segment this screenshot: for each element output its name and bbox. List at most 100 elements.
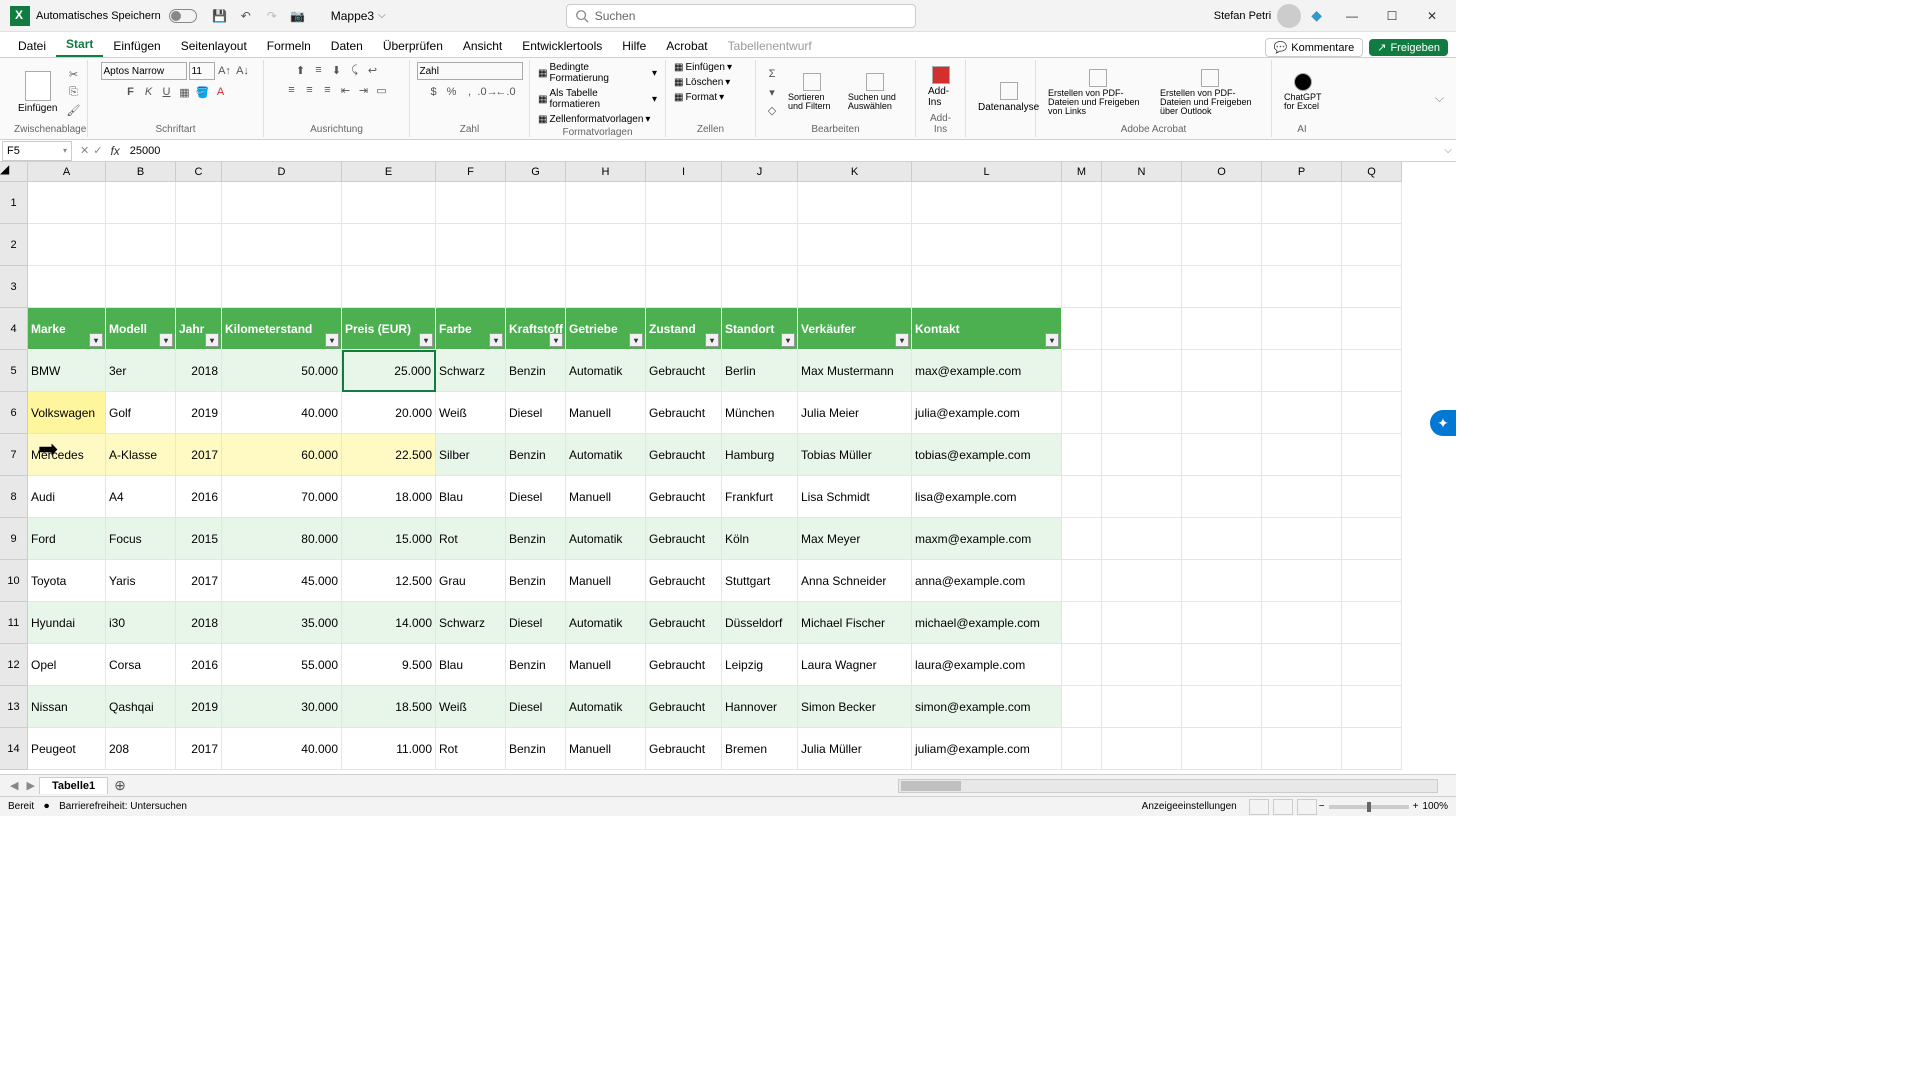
- filter-dropdown-icon[interactable]: ▾: [629, 333, 643, 347]
- cell[interactable]: [1182, 728, 1262, 770]
- table-cell[interactable]: Blau: [436, 476, 506, 518]
- cell[interactable]: [1182, 560, 1262, 602]
- table-cell[interactable]: A4: [106, 476, 176, 518]
- table-cell[interactable]: Schwarz: [436, 602, 506, 644]
- cell[interactable]: [798, 266, 912, 308]
- table-cell[interactable]: Yaris: [106, 560, 176, 602]
- cell[interactable]: [722, 182, 798, 224]
- column-header[interactable]: B: [106, 162, 176, 182]
- table-header-cell[interactable]: Preis (EUR)▾: [342, 308, 436, 350]
- table-cell[interactable]: Diesel: [506, 602, 566, 644]
- table-cell[interactable]: 45.000: [222, 560, 342, 602]
- cell[interactable]: [1262, 224, 1342, 266]
- orientation-icon[interactable]: ⤹: [347, 62, 363, 78]
- table-cell[interactable]: Hamburg: [722, 434, 798, 476]
- table-cell[interactable]: Lisa Schmidt: [798, 476, 912, 518]
- table-cell[interactable]: 70.000: [222, 476, 342, 518]
- table-cell[interactable]: Blau: [436, 644, 506, 686]
- row-header[interactable]: 10: [0, 560, 28, 602]
- cell[interactable]: [1182, 518, 1262, 560]
- copy-icon[interactable]: ⎘: [65, 84, 81, 100]
- tab-acrobat[interactable]: Acrobat: [656, 35, 717, 57]
- cell[interactable]: [436, 266, 506, 308]
- table-cell[interactable]: anna@example.com: [912, 560, 1062, 602]
- table-cell[interactable]: Audi: [28, 476, 106, 518]
- cell[interactable]: [1262, 560, 1342, 602]
- cell[interactable]: [222, 266, 342, 308]
- cell[interactable]: [1262, 434, 1342, 476]
- table-cell[interactable]: Diesel: [506, 392, 566, 434]
- table-cell[interactable]: Peugeot: [28, 728, 106, 770]
- cond-format-button[interactable]: ▦ Bedingte Formatierung ▾: [538, 62, 657, 84]
- filter-dropdown-icon[interactable]: ▾: [895, 333, 909, 347]
- table-cell[interactable]: Köln: [722, 518, 798, 560]
- tab-data[interactable]: Daten: [321, 35, 373, 57]
- cell[interactable]: [106, 182, 176, 224]
- table-cell[interactable]: Manuell: [566, 392, 646, 434]
- cell[interactable]: [912, 266, 1062, 308]
- table-cell[interactable]: lisa@example.com: [912, 476, 1062, 518]
- table-cell[interactable]: 18.500: [342, 686, 436, 728]
- cell[interactable]: [1182, 602, 1262, 644]
- cell[interactable]: [1102, 476, 1182, 518]
- row-header[interactable]: 6: [0, 392, 28, 434]
- table-cell[interactable]: michael@example.com: [912, 602, 1062, 644]
- column-header[interactable]: D: [222, 162, 342, 182]
- tab-devtools[interactable]: Entwicklertools: [512, 35, 612, 57]
- table-cell[interactable]: Max Mustermann: [798, 350, 912, 392]
- table-cell[interactable]: Automatik: [566, 686, 646, 728]
- align-left-icon[interactable]: ≡: [284, 82, 300, 98]
- cell[interactable]: [1062, 644, 1102, 686]
- cell[interactable]: [1102, 560, 1182, 602]
- cell[interactable]: [222, 182, 342, 224]
- table-header-cell[interactable]: Standort▾: [722, 308, 798, 350]
- table-header-cell[interactable]: Jahr▾: [176, 308, 222, 350]
- sheet-tab[interactable]: Tabelle1: [39, 777, 108, 794]
- spreadsheet-grid[interactable]: ◢ ABCDEFGHIJKLMNOPQ 1234567891011121314 …: [0, 162, 1456, 774]
- cell[interactable]: [342, 266, 436, 308]
- cell[interactable]: [1102, 266, 1182, 308]
- cell[interactable]: [436, 182, 506, 224]
- table-cell[interactable]: Qashqai: [106, 686, 176, 728]
- table-cell[interactable]: 60.000: [222, 434, 342, 476]
- table-cell[interactable]: Manuell: [566, 560, 646, 602]
- cell[interactable]: [1262, 392, 1342, 434]
- view-normal-icon[interactable]: [1249, 799, 1269, 815]
- table-cell[interactable]: 50.000: [222, 350, 342, 392]
- table-header-cell[interactable]: Kontakt▾: [912, 308, 1062, 350]
- sheet-prev-icon[interactable]: ◀: [10, 779, 18, 792]
- select-all-corner[interactable]: ◢: [0, 162, 28, 182]
- search-box[interactable]: Suchen: [566, 4, 916, 28]
- cell[interactable]: [1062, 476, 1102, 518]
- cell[interactable]: [1182, 224, 1262, 266]
- column-header[interactable]: O: [1182, 162, 1262, 182]
- table-cell[interactable]: Benzin: [506, 350, 566, 392]
- table-cell[interactable]: maxm@example.com: [912, 518, 1062, 560]
- column-header[interactable]: F: [436, 162, 506, 182]
- table-cell[interactable]: Manuell: [566, 644, 646, 686]
- cell[interactable]: [646, 224, 722, 266]
- table-cell[interactable]: Opel: [28, 644, 106, 686]
- table-cell[interactable]: 55.000: [222, 644, 342, 686]
- percent-icon[interactable]: %: [444, 84, 460, 100]
- table-cell[interactable]: Benzin: [506, 560, 566, 602]
- cell[interactable]: [1182, 308, 1262, 350]
- zoom-out-icon[interactable]: −: [1319, 801, 1325, 812]
- fill-color-icon[interactable]: 🪣: [195, 84, 211, 100]
- indent-dec-icon[interactable]: ⇤: [338, 82, 354, 98]
- filter-dropdown-icon[interactable]: ▾: [205, 333, 219, 347]
- cell[interactable]: [1062, 686, 1102, 728]
- display-settings[interactable]: Anzeigeeinstellungen: [1142, 801, 1237, 812]
- fx-icon[interactable]: fx: [110, 144, 119, 158]
- table-cell[interactable]: 14.000: [342, 602, 436, 644]
- sort-filter-button[interactable]: Sortieren und Filtern: [784, 71, 840, 113]
- tab-home[interactable]: Start: [56, 33, 103, 57]
- cell[interactable]: [1062, 434, 1102, 476]
- filter-dropdown-icon[interactable]: ▾: [419, 333, 433, 347]
- table-cell[interactable]: tobias@example.com: [912, 434, 1062, 476]
- cell[interactable]: [1102, 518, 1182, 560]
- table-cell[interactable]: Weiß: [436, 392, 506, 434]
- table-cell[interactable]: Benzin: [506, 434, 566, 476]
- cell[interactable]: [1342, 518, 1402, 560]
- cancel-formula-icon[interactable]: ✕: [80, 144, 89, 157]
